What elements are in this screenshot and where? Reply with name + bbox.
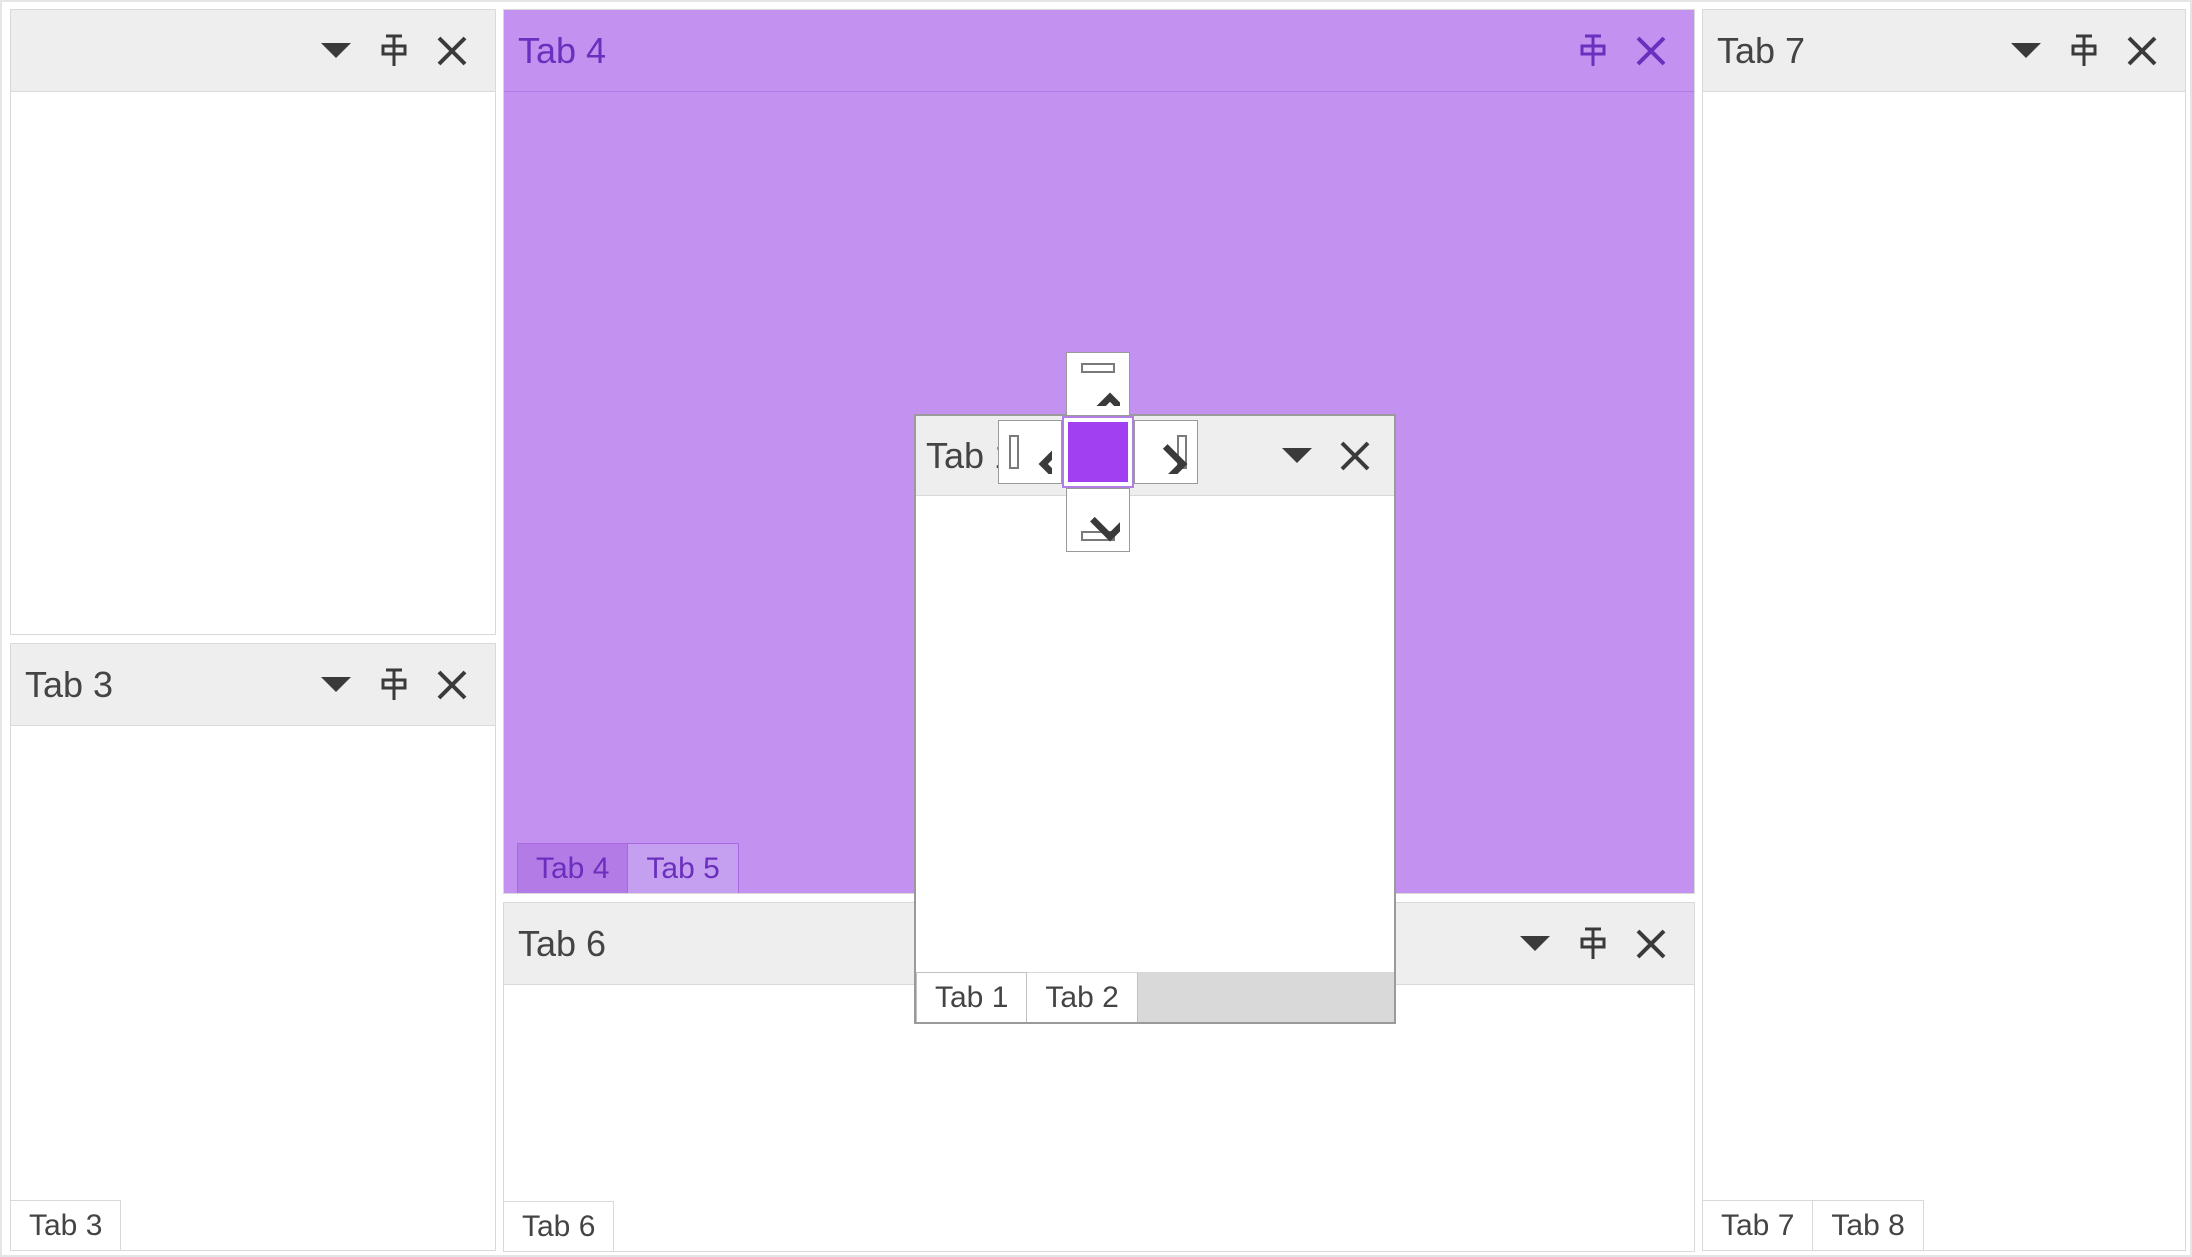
pin-button[interactable]: [1564, 22, 1622, 80]
panel-header[interactable]: Tab 3: [11, 644, 495, 726]
close-button[interactable]: [423, 22, 481, 80]
footer-tab-active[interactable]: Tab 4: [517, 843, 628, 893]
footer-tab[interactable]: Tab 2: [1027, 972, 1137, 1022]
panel-title: Tab 7: [1717, 30, 1997, 72]
panel-footer: Tab 3: [11, 1200, 495, 1250]
floating-panel[interactable]: Tab 1 Tab 1 Tab 2: [914, 414, 1396, 1024]
pin-button[interactable]: [365, 656, 423, 714]
panel-left-top: [10, 9, 496, 635]
footer-tab[interactable]: Tab 3: [11, 1200, 121, 1250]
close-button[interactable]: [2113, 22, 2171, 80]
panel-left-bottom: Tab 3 Tab 3: [10, 643, 496, 1251]
dropdown-button[interactable]: [307, 22, 365, 80]
close-button[interactable]: [1326, 427, 1384, 485]
panel-body: [1703, 92, 2185, 1250]
close-button[interactable]: [1622, 22, 1680, 80]
footer-tab[interactable]: Tab 7: [1703, 1200, 1813, 1250]
dock-target-left[interactable]: [998, 420, 1062, 484]
footer-tab[interactable]: Tab 1: [916, 972, 1027, 1022]
dropdown-button[interactable]: [1268, 427, 1326, 485]
panel-header[interactable]: [11, 10, 495, 92]
pin-button[interactable]: [2055, 22, 2113, 80]
dropdown-button[interactable]: [1997, 22, 2055, 80]
panel-header[interactable]: Tab 4: [504, 10, 1694, 92]
panel-footer: Tab 6: [504, 1201, 1694, 1251]
pin-button[interactable]: [365, 22, 423, 80]
panel-right: Tab 7 Tab 7 Tab 8: [1702, 9, 2186, 1251]
dropdown-button[interactable]: [1506, 915, 1564, 973]
panel-header[interactable]: Tab 7: [1703, 10, 2185, 92]
pin-button[interactable]: [1564, 915, 1622, 973]
panel-title: Tab 4: [518, 30, 1564, 72]
close-button[interactable]: [1622, 915, 1680, 973]
close-button[interactable]: [423, 656, 481, 714]
dock-target-up[interactable]: [1066, 352, 1130, 416]
panel-body: [916, 496, 1394, 972]
dock-target-center[interactable]: [1064, 418, 1132, 486]
dropdown-button[interactable]: [307, 656, 365, 714]
footer-tab[interactable]: Tab 8: [1813, 1200, 1923, 1250]
panel-title: Tab 3: [25, 664, 307, 706]
panel-footer: Tab 7 Tab 8: [1703, 1200, 2185, 1250]
panel-body: [11, 92, 495, 634]
dock-target-down[interactable]: [1066, 488, 1130, 552]
panel-body: [11, 726, 495, 1250]
footer-tab[interactable]: Tab 6: [504, 1201, 614, 1251]
footer-tab[interactable]: Tab 5: [627, 843, 738, 893]
panel-footer: Tab 1 Tab 2: [916, 972, 1394, 1022]
dock-target-right[interactable]: [1134, 420, 1198, 484]
